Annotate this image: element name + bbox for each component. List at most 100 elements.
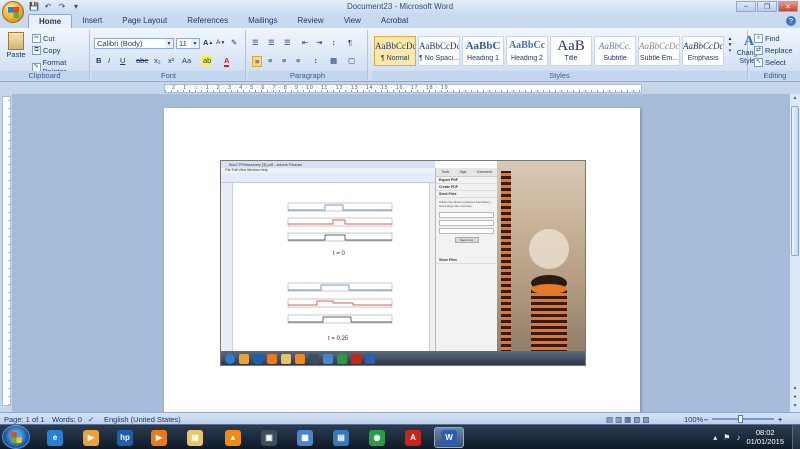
language[interactable]: English (United States): [104, 415, 181, 424]
font-size-select[interactable]: 11 ▼: [176, 38, 200, 49]
prev-page-icon[interactable]: ▲: [791, 385, 799, 394]
tab-acrobat[interactable]: Acrobat: [371, 14, 419, 28]
underline-button[interactable]: U: [120, 56, 125, 65]
document-page[interactable]: BruCTPMassively [3].pdf - Adobe Reader F…: [164, 108, 640, 414]
increase-indent-button[interactable]: ⇥: [316, 38, 322, 47]
replace-icon: ⇄: [754, 46, 763, 55]
taskbar-ie-button[interactable]: e: [40, 427, 70, 448]
redo-icon[interactable]: ↷: [56, 1, 68, 12]
align-right-button[interactable]: ≡: [282, 56, 286, 65]
bullets-button[interactable]: ☰: [252, 38, 259, 47]
help-icon[interactable]: ?: [786, 16, 796, 26]
find-button[interactable]: ⌕ Find: [754, 34, 780, 43]
style-heading-1[interactable]: AaBbC Heading 1: [462, 36, 504, 66]
tab-page-layout[interactable]: Page Layout: [112, 14, 177, 28]
show-marks-button[interactable]: ¶: [348, 38, 352, 47]
taskbar-network-button[interactable]: ▦: [290, 427, 320, 448]
scroll-up-icon[interactable]: ▲: [791, 95, 799, 104]
taskbar-word-button[interactable]: W: [434, 427, 464, 448]
word-count[interactable]: Words: 0: [52, 415, 82, 424]
office-button[interactable]: [2, 1, 24, 23]
italic-button[interactable]: I: [108, 56, 110, 65]
taskbar-chrome-button[interactable]: ◉: [362, 427, 392, 448]
numbering-button[interactable]: ☰: [268, 38, 275, 47]
volume-icon[interactable]: ♪: [736, 433, 740, 442]
vertical-scrollbar[interactable]: ▲ ▲ ● ▼: [789, 94, 800, 412]
start-button[interactable]: [2, 425, 30, 449]
style-emphasis[interactable]: AaBbCcDc Emphasis: [682, 36, 724, 66]
borders-button[interactable]: ▢: [348, 56, 355, 65]
next-page-icon[interactable]: ▼: [791, 403, 799, 412]
taskbar-remote-button[interactable]: ▤: [326, 427, 356, 448]
show-hidden-icons[interactable]: ▴: [713, 433, 717, 442]
copy-button[interactable]: ⧉ Copy: [32, 46, 61, 55]
decrease-indent-button[interactable]: ⇤: [302, 38, 308, 47]
bold-button[interactable]: B: [96, 56, 101, 65]
clock[interactable]: 08:02 01/01/2015: [746, 428, 784, 446]
grow-font-button[interactable]: A ▲: [203, 38, 213, 47]
select-button[interactable]: ↖ Select: [754, 58, 786, 67]
close-button[interactable]: ✕: [778, 1, 798, 12]
strikethrough-button[interactable]: abe: [136, 56, 149, 65]
proofing-icon[interactable]: ✓: [88, 415, 94, 424]
tab-mailings[interactable]: Mailings: [238, 14, 287, 28]
view-buttons[interactable]: ▤▥▦▧▨: [606, 415, 651, 424]
style-subtitle[interactable]: AaBbCc. Subtitle: [594, 36, 636, 66]
show-desktop-button[interactable]: [792, 425, 800, 449]
save-icon[interactable]: 💾: [28, 1, 40, 12]
replace-button[interactable]: ⇄ Replace: [754, 46, 793, 55]
zoom-slider[interactable]: [712, 418, 774, 420]
tab-view[interactable]: View: [334, 14, 371, 28]
vertical-ruler[interactable]: [2, 96, 11, 406]
styles-scroll[interactable]: ▲ ▼ ▾: [726, 36, 734, 54]
line-spacing-button[interactable]: ↕: [314, 56, 318, 65]
taskbar-media-player-button[interactable]: ▶: [76, 427, 106, 448]
horizontal-ruler[interactable]: · 2 · 1 · ⌂ · 1 · 2 · 3 · 4 · 5 · 6 · 7 …: [164, 84, 642, 93]
browse-object-icon[interactable]: ●: [791, 394, 799, 403]
highlight-button[interactable]: ab: [202, 56, 213, 65]
cut-button[interactable]: ✂ Cut: [32, 34, 55, 43]
taskbar-acrobat-button[interactable]: A: [398, 427, 428, 448]
style-no-spacing[interactable]: AaBbCcDc ¶ No Spaci...: [418, 36, 460, 66]
horizontal-ruler-row: · 2 · 1 · ⌂ · 1 · 2 · 3 · 4 · 5 · 6 · 7 …: [0, 83, 800, 94]
align-left-button[interactable]: ≡: [252, 56, 263, 67]
zoom-level[interactable]: 100%: [684, 415, 703, 424]
paste-button[interactable]: Paste: [4, 32, 28, 59]
zoom-in-button[interactable]: +: [778, 415, 782, 424]
scrollbar-thumb[interactable]: [791, 106, 799, 256]
multilevel-list-button[interactable]: ☰: [284, 38, 291, 47]
tab-home[interactable]: Home: [28, 14, 73, 28]
taskbar-hp-button[interactable]: hp: [110, 427, 140, 448]
style-normal[interactable]: AaBbCcDc ¶ Normal: [374, 36, 416, 66]
style-title[interactable]: AaB Title: [550, 36, 592, 66]
style-subtle-emphasis[interactable]: AaBbCcDc Subtle Em...: [638, 36, 680, 66]
change-case-button[interactable]: Aa: [182, 56, 191, 65]
taskbar-file-explorer-button[interactable]: ▤: [180, 427, 210, 448]
zoom-slider-handle[interactable]: [738, 415, 743, 423]
taskbar-vlc-button[interactable]: ▲: [218, 427, 248, 448]
clear-formatting-button[interactable]: ✎: [231, 38, 237, 47]
superscript-button[interactable]: x²: [168, 56, 174, 65]
embedded-screenshot[interactable]: BruCTPMassively [3].pdf - Adobe Reader F…: [220, 160, 586, 366]
tab-references[interactable]: References: [177, 14, 238, 28]
taskbar-media-center-button[interactable]: ▶: [144, 427, 174, 448]
minimize-button[interactable]: –: [736, 1, 756, 12]
page-count[interactable]: Page: 1 of 1: [4, 415, 44, 424]
action-center-icon[interactable]: ⚑: [723, 433, 730, 442]
shrink-font-button[interactable]: A ▼: [216, 39, 225, 46]
customize-qat-icon[interactable]: ▾: [70, 1, 82, 12]
shading-button[interactable]: ▦: [330, 56, 337, 65]
sort-button[interactable]: ↕: [332, 38, 336, 47]
zoom-out-button[interactable]: –: [704, 415, 708, 424]
maximize-button[interactable]: ❐: [757, 1, 777, 12]
style-heading-2[interactable]: AaBbCc Heading 2: [506, 36, 548, 66]
tab-review[interactable]: Review: [287, 14, 333, 28]
justify-button[interactable]: ≡: [296, 56, 300, 65]
undo-icon[interactable]: ↶: [42, 1, 54, 12]
align-center-button[interactable]: ≡: [268, 56, 272, 65]
font-family-select[interactable]: Calibri (Body) ▼: [94, 38, 174, 49]
taskbar-app-button[interactable]: ▣: [254, 427, 284, 448]
subscript-button[interactable]: x₂: [154, 56, 161, 65]
tab-insert[interactable]: Insert: [72, 14, 112, 28]
font-color-button[interactable]: A: [224, 56, 230, 67]
